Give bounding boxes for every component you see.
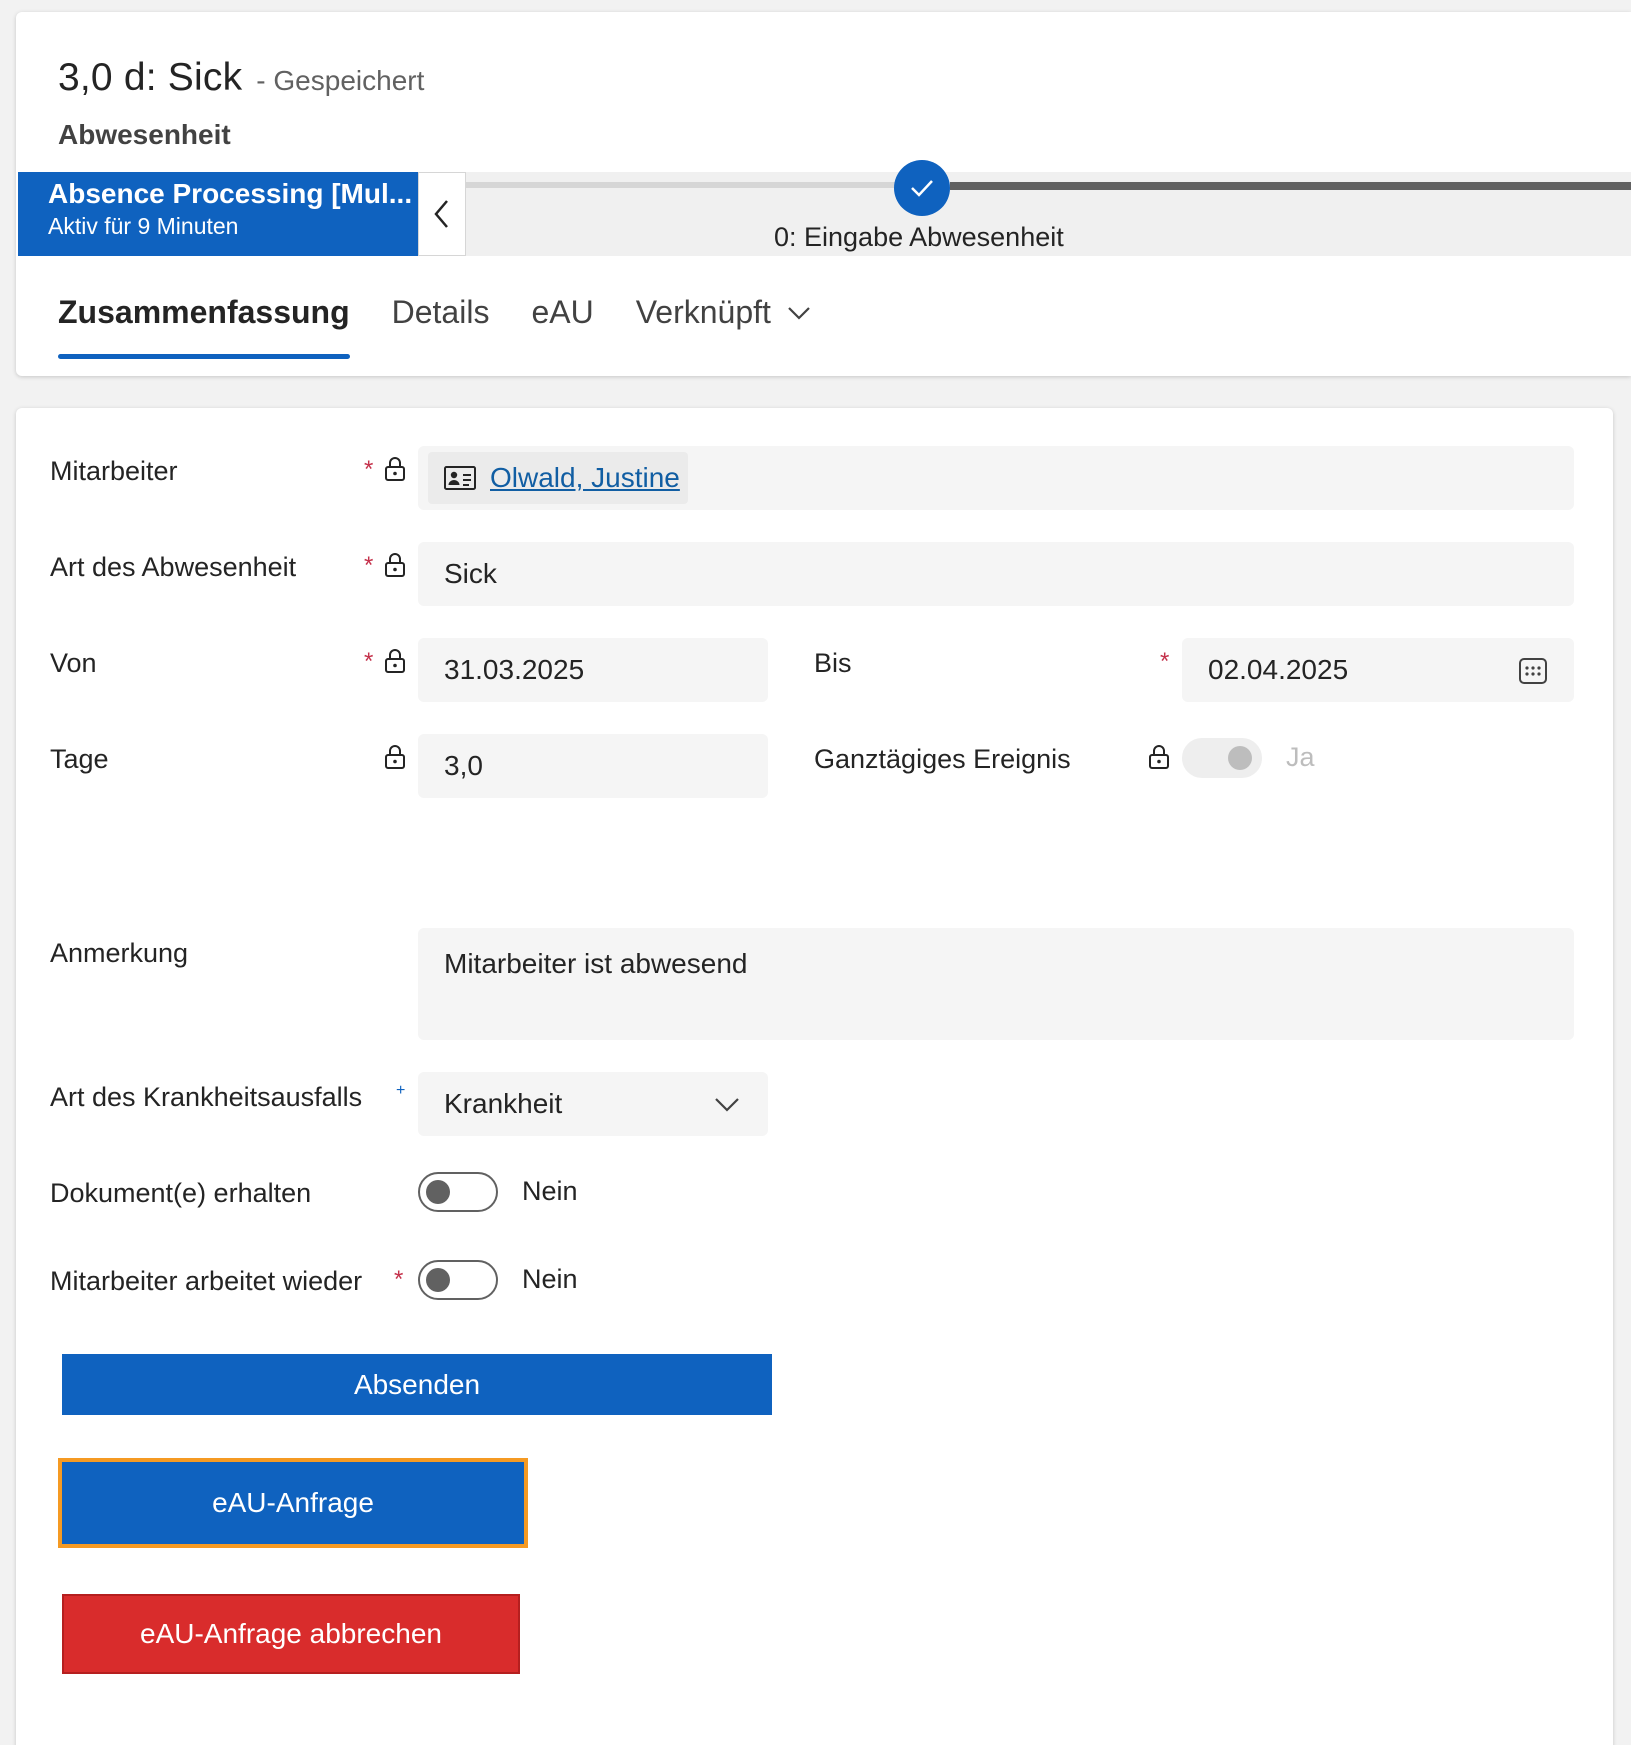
required-marker: *	[394, 1266, 404, 1293]
stage-indicator[interactable]	[894, 160, 950, 216]
employee-lookup-chip[interactable]: Olwald, Justine	[428, 452, 688, 504]
process-name: Absence Processing [Mul...	[48, 178, 413, 209]
tab-label: Verknüpft	[635, 294, 771, 330]
from-date-field[interactable]: 31.03.2025	[418, 638, 768, 702]
tab-list: Zusammenfassung Details eAU Verknüpft	[58, 294, 853, 359]
all-day-label: Ganztägiges Ereignis	[814, 744, 1071, 774]
toggle-knob	[1228, 746, 1252, 770]
submit-button[interactable]: Absenden	[62, 1354, 772, 1415]
stage-track-left	[466, 182, 914, 188]
eau-cancel-button[interactable]: eAU-Anfrage abbrechen	[62, 1594, 520, 1674]
note-label: Anmerkung	[50, 938, 189, 968]
chevron-down-icon	[715, 1098, 739, 1112]
back-to-work-value: Nein	[522, 1264, 578, 1294]
record-header: 3,0 d: Sick - Gespeichert Abwesenheit Ab…	[16, 12, 1631, 376]
tab-label: Zusammenfassung	[58, 294, 350, 330]
employee-label: Mitarbeiter	[50, 456, 178, 486]
lock-icon	[385, 745, 405, 769]
absence-type-field[interactable]: Sick	[418, 542, 1574, 606]
absence-type-value: Sick	[444, 558, 497, 589]
lock-icon	[385, 553, 405, 577]
summary-form: Mitarbeiter * Olwald, Justine Art des Ab…	[16, 408, 1613, 1745]
illness-type-label: Art des Krankheitsausfalls	[50, 1082, 363, 1112]
absence-type-label: Art des Abwesenheit	[50, 552, 297, 582]
business-process-flow: Absence Processing [Mul... Aktiv für 9 M…	[18, 160, 1631, 256]
from-date-value: 31.03.2025	[444, 654, 585, 685]
to-date-label: Bis	[814, 648, 852, 678]
toggle-knob	[426, 1180, 450, 1204]
note-field[interactable]: Mitarbeiter ist abwesend	[418, 928, 1574, 1040]
entity-name: Abwesenheit	[58, 119, 231, 150]
collapse-process-button[interactable]	[418, 172, 466, 256]
stage-label[interactable]: 0: Eingabe Abwesenheit	[774, 222, 1064, 253]
illness-type-value: Krankheit	[444, 1088, 563, 1119]
page-title: 3,0 d: Sick	[58, 56, 243, 99]
save-status: - Gespeichert	[256, 65, 425, 96]
title-row: 3,0 d: Sick - Gespeichert	[58, 56, 424, 100]
required-marker: *	[364, 648, 374, 675]
documents-received-value: Nein	[522, 1176, 578, 1206]
to-date-value: 02.04.2025	[1208, 654, 1349, 685]
back-to-work-label: Mitarbeiter arbeitet wieder	[50, 1266, 363, 1296]
tab-details[interactable]: Details	[392, 294, 490, 331]
toggle-knob	[426, 1268, 450, 1292]
stage-track-right	[950, 182, 1631, 190]
all-day-value: Ja	[1286, 742, 1315, 772]
days-label: Tage	[50, 744, 109, 774]
from-date-label: Von	[50, 648, 97, 678]
chevron-left-icon	[434, 200, 448, 228]
employee-link[interactable]: Olwald, Justine	[490, 462, 680, 494]
days-value: 3,0	[444, 750, 483, 781]
recommended-marker: +	[396, 1082, 406, 1099]
all-day-toggle	[1182, 738, 1262, 778]
to-date-field[interactable]: 02.04.2025	[1182, 638, 1574, 702]
employee-field[interactable]: Olwald, Justine	[418, 446, 1574, 510]
documents-received-toggle[interactable]	[418, 1172, 498, 1212]
back-to-work-toggle[interactable]	[418, 1260, 498, 1300]
lock-icon	[385, 649, 405, 673]
process-active-duration: Aktiv für 9 Minuten	[48, 213, 239, 239]
tab-verknuepft[interactable]: Verknüpft	[636, 294, 811, 331]
chevron-down-icon	[788, 306, 810, 320]
tab-label: Details	[391, 294, 490, 330]
lock-icon	[1149, 745, 1169, 769]
checkmark-icon	[911, 180, 933, 197]
contact-card-icon	[444, 466, 476, 490]
documents-received-label: Dokument(e) erhalten	[50, 1178, 312, 1208]
tab-label: eAU	[531, 294, 594, 330]
lock-icon	[385, 457, 405, 481]
process-flag[interactable]: Absence Processing [Mul... Aktiv für 9 M…	[18, 172, 418, 256]
required-marker: *	[1160, 648, 1170, 675]
required-marker: *	[364, 552, 374, 579]
tab-eau[interactable]: eAU	[531, 294, 593, 331]
required-marker: *	[364, 456, 374, 483]
illness-type-select[interactable]: Krankheit	[418, 1072, 768, 1136]
days-field[interactable]: 3,0	[418, 734, 768, 798]
calendar-icon[interactable]	[1518, 656, 1548, 686]
eau-request-button[interactable]: eAU-Anfrage	[58, 1458, 528, 1548]
note-value: Mitarbeiter ist abwesend	[444, 948, 748, 979]
tab-zusammenfassung[interactable]: Zusammenfassung	[58, 294, 350, 359]
